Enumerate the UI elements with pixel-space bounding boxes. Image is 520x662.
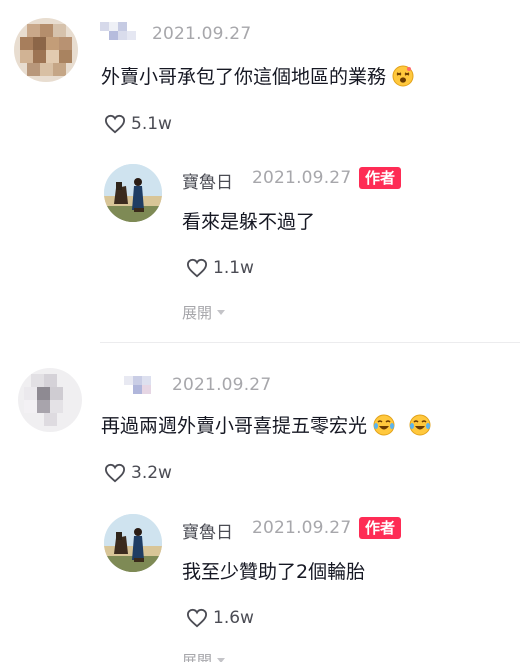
author-badge: 作者	[359, 517, 402, 539]
comment-date: 2021.09.27	[152, 24, 252, 44]
heart-outline-icon	[186, 608, 208, 628]
heart-outline-icon	[104, 463, 126, 483]
heart-outline-icon	[104, 114, 126, 134]
like-count: 3.2w	[131, 463, 172, 483]
comment-text: 再過兩週外賣小哥喜提五零宏光	[101, 411, 431, 438]
author-name[interactable]: 寶魯日	[182, 168, 233, 193]
author-avatar[interactable]	[104, 164, 162, 222]
expand-label: 展開	[182, 652, 213, 662]
author-badge: 作者	[359, 167, 402, 189]
reply-text: 我至少贊助了2個輪胎	[182, 561, 366, 583]
comment-text-body: 再過兩週外賣小哥喜提五零宏光	[101, 415, 368, 437]
crying-laughing-emoji-icon	[409, 414, 431, 436]
commenter-name-redacted[interactable]	[124, 376, 160, 394]
expand-replies-button[interactable]: 展開	[182, 302, 226, 323]
expand-replies-button[interactable]: 展開	[182, 650, 226, 662]
reply-like-count: 1.1w	[213, 258, 254, 278]
heart-outline-icon	[186, 258, 208, 278]
comment-text-body: 外賣小哥承包了你這個地區的業務	[101, 66, 387, 88]
reply-text: 看來是躲不過了	[182, 211, 316, 233]
comment-date: 2021.09.27	[172, 375, 272, 395]
like-button[interactable]: 3.2w	[104, 463, 172, 483]
commenter-name-redacted[interactable]	[100, 22, 140, 40]
caret-down-icon	[217, 309, 226, 315]
like-count: 5.1w	[131, 114, 172, 134]
commenter-avatar[interactable]	[18, 368, 82, 432]
author-avatar[interactable]	[104, 514, 162, 572]
dizzy-face-emoji-icon	[392, 65, 414, 87]
comment-text: 外賣小哥承包了你這個地區的業務	[101, 62, 414, 89]
commenter-avatar[interactable]	[14, 18, 78, 82]
reply-date: 2021.09.27	[252, 168, 352, 188]
reply-like-count: 1.6w	[213, 608, 254, 628]
crying-laughing-emoji-icon	[373, 414, 395, 436]
expand-label: 展開	[182, 304, 213, 322]
reply-like-button[interactable]: 1.1w	[186, 258, 254, 278]
comment-divider	[100, 342, 520, 343]
comment-item: 2021.09.27 外賣小哥承包了你這個地區的業務 5.1w 寶魯日 2021…	[0, 0, 520, 340]
author-name[interactable]: 寶魯日	[182, 518, 233, 543]
caret-down-icon	[217, 657, 226, 662]
reply-date: 2021.09.27	[252, 518, 352, 538]
reply-like-button[interactable]: 1.6w	[186, 608, 254, 628]
like-button[interactable]: 5.1w	[104, 114, 172, 134]
comment-item: 2021.09.27 再過兩週外賣小哥喜提五零宏光 3.2w 寶魯日 2021.…	[0, 350, 520, 662]
